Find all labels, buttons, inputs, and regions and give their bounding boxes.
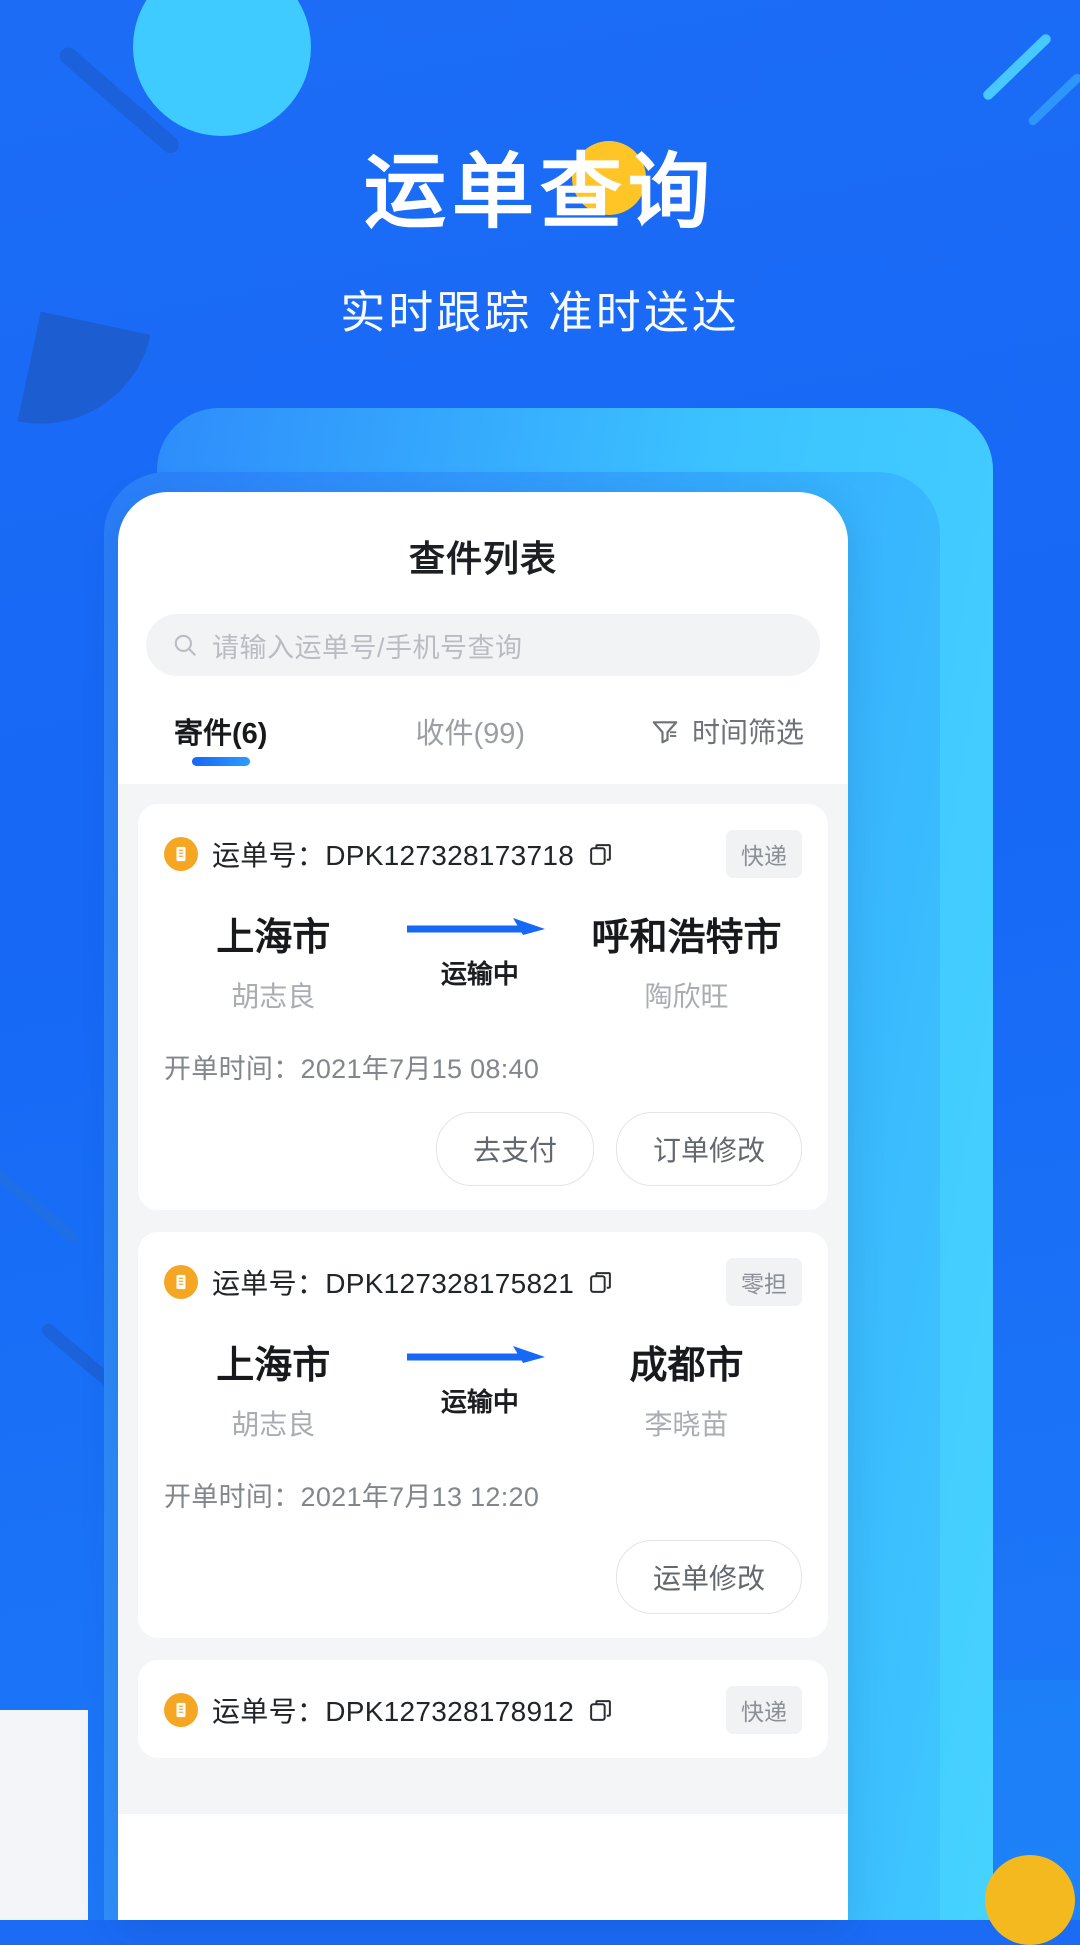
order-time: 开单时间：2021年7月13 12:20 bbox=[164, 1482, 540, 1512]
tab-send[interactable]: 寄件(6) bbox=[174, 710, 267, 766]
copy-icon[interactable] bbox=[588, 842, 613, 867]
arrow-wrap bbox=[377, 1344, 584, 1366]
route-middle: 运输中 bbox=[377, 1334, 584, 1419]
route-arrow-icon bbox=[406, 1346, 545, 1363]
order-header: 运单号：DPK127328178912 快递 bbox=[164, 1686, 802, 1734]
decor-bottom-left-panel bbox=[0, 1710, 88, 1920]
route-origin: 上海市 胡志良 bbox=[170, 906, 377, 1015]
doc-glyph-icon bbox=[176, 1702, 186, 1718]
tab-receive[interactable]: 收件(99) bbox=[415, 710, 525, 766]
time-filter-button[interactable]: 时间筛选 bbox=[650, 711, 804, 765]
waybill-doc-icon bbox=[164, 837, 198, 871]
doc-glyph-icon bbox=[176, 846, 186, 862]
copy-icon[interactable] bbox=[588, 1270, 613, 1295]
dest-city: 成都市 bbox=[629, 1345, 744, 1387]
waybill-doc-icon bbox=[164, 1265, 198, 1299]
order-card[interactable]: 运单号：DPK127328173718 快递 上海市 胡志良 运输中 呼和浩特市… bbox=[138, 804, 828, 1210]
copy-icon[interactable] bbox=[588, 1698, 613, 1723]
order-route: 上海市 胡志良 运输中 呼和浩特市 陶欣旺 bbox=[164, 906, 802, 1015]
filter-funnel-icon bbox=[652, 721, 678, 744]
dest-city: 呼和浩特市 bbox=[591, 917, 782, 959]
order-list[interactable]: 运单号：DPK127328173718 快递 上海市 胡志良 运输中 呼和浩特市… bbox=[118, 784, 848, 1814]
decor-left-stick2-icon bbox=[0, 1165, 81, 1246]
order-card[interactable]: 运单号：DPK127328178912 快递 bbox=[138, 1660, 828, 1758]
search-bar[interactable]: 请输入运单号/手机号查询 bbox=[146, 614, 820, 676]
hero-section: 运单查询 实时跟踪 准时送达 bbox=[0, 0, 1080, 341]
arrow-wrap bbox=[377, 916, 584, 938]
origin-city: 上海市 bbox=[216, 1345, 331, 1387]
origin-city: 上海市 bbox=[216, 917, 331, 959]
route-origin: 上海市 胡志良 bbox=[170, 1334, 377, 1443]
order-route: 上海市 胡志良 运输中 成都市 李晓苗 bbox=[164, 1334, 802, 1443]
waybill-list-card: 查件列表 请输入运单号/手机号查询 寄件(6) 收件(99) 时间筛选 运单号：… bbox=[118, 492, 848, 1920]
search-input[interactable]: 请输入运单号/手机号查询 bbox=[212, 626, 523, 665]
order-header: 运单号：DPK127328175821 零担 bbox=[164, 1258, 802, 1306]
order-number-label: 运单号：DPK127328173718 bbox=[212, 840, 575, 871]
decor-yellow-dot-bottom-icon bbox=[985, 1855, 1075, 1945]
edit-waybill-button[interactable]: 运单修改 bbox=[615, 1540, 802, 1614]
edit-order-button[interactable]: 订单修改 bbox=[615, 1112, 802, 1186]
order-type-badge: 快递 bbox=[726, 830, 802, 878]
order-number-label: 运单号：DPK127328178912 bbox=[212, 1696, 575, 1727]
doc-glyph-icon bbox=[176, 1274, 186, 1290]
order-header: 运单号：DPK127328173718 快递 bbox=[164, 830, 802, 878]
order-card[interactable]: 运单号：DPK127328175821 零担 上海市 胡志良 运输中 成都市 李… bbox=[138, 1232, 828, 1638]
order-status: 运输中 bbox=[440, 1387, 519, 1417]
order-actions: 运单修改 bbox=[164, 1540, 802, 1614]
route-destination: 成都市 李晓苗 bbox=[583, 1334, 790, 1443]
route-destination: 呼和浩特市 陶欣旺 bbox=[583, 906, 790, 1015]
order-actions: 去支付 订单修改 bbox=[164, 1112, 802, 1186]
time-filter-label: 时间筛选 bbox=[691, 717, 804, 748]
origin-person: 胡志良 bbox=[231, 981, 316, 1012]
dest-person: 李晓苗 bbox=[644, 1409, 729, 1440]
search-icon bbox=[174, 634, 196, 656]
route-middle: 运输中 bbox=[377, 906, 584, 991]
waybill-doc-icon bbox=[164, 1693, 198, 1727]
route-arrow-icon bbox=[406, 918, 545, 935]
order-type-badge: 零担 bbox=[726, 1258, 802, 1306]
origin-person: 胡志良 bbox=[231, 1409, 316, 1440]
card-title: 查件列表 bbox=[408, 538, 557, 579]
order-time: 开单时间：2021年7月15 08:40 bbox=[164, 1054, 540, 1084]
order-status: 运输中 bbox=[440, 959, 519, 989]
tab-bar: 寄件(6) 收件(99) 时间筛选 bbox=[118, 702, 848, 774]
page-title: 运单查询 bbox=[363, 147, 716, 238]
dest-person: 陶欣旺 bbox=[644, 981, 729, 1012]
order-type-badge: 快递 bbox=[726, 1686, 802, 1734]
order-number-label: 运单号：DPK127328175821 bbox=[212, 1268, 575, 1299]
pay-button[interactable]: 去支付 bbox=[435, 1112, 594, 1186]
page-subtitle: 实时跟踪 准时送达 bbox=[340, 287, 740, 339]
